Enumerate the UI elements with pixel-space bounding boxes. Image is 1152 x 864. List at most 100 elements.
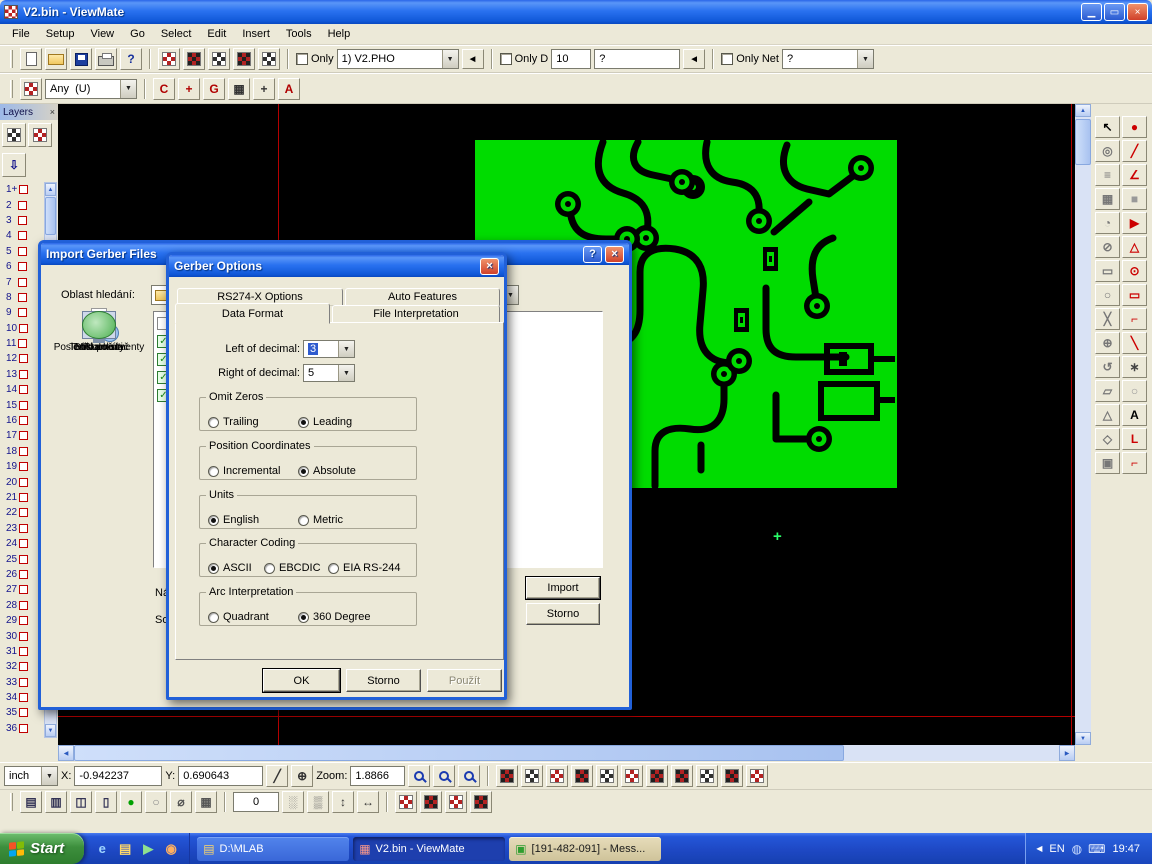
media-player-icon[interactable]: ▶ xyxy=(139,840,157,858)
tool-button[interactable]: ⊕ xyxy=(1095,332,1120,354)
toolbar-button[interactable]: ● xyxy=(120,791,142,813)
radio-ascii[interactable]: ASCII xyxy=(208,562,252,574)
scroll-down-icon[interactable]: ▼ xyxy=(1075,732,1091,745)
toolbar-button[interactable] xyxy=(420,791,442,813)
chevron-down-icon[interactable]: ▼ xyxy=(120,80,136,98)
place-item[interactable]: Místa v síti xyxy=(51,311,147,354)
tool-button[interactable]: ■ xyxy=(1122,188,1147,210)
units-combobox[interactable]: inch ▼ xyxy=(4,766,58,786)
close-button[interactable]: × xyxy=(1127,3,1148,21)
scroll-up-icon[interactable]: ▲ xyxy=(45,183,56,196)
layer-color-swatch[interactable] xyxy=(19,493,28,502)
radio-english[interactable]: English xyxy=(208,514,259,526)
scrollbar-thumb[interactable] xyxy=(1075,119,1091,165)
select-filter-combobox[interactable]: Any (U) ▼ xyxy=(45,79,137,99)
menu-item[interactable]: File xyxy=(4,25,38,43)
chevron-down-icon[interactable]: ▼ xyxy=(338,365,354,381)
display-mode-button[interactable] xyxy=(596,765,618,787)
toolbar-button[interactable] xyxy=(45,48,67,70)
tool-button[interactable]: ⊙ xyxy=(1122,260,1147,282)
layer-color-swatch[interactable] xyxy=(19,508,28,517)
hide-icons-chevron[interactable]: ◀ xyxy=(1036,844,1042,853)
layer-color-swatch[interactable] xyxy=(19,570,28,579)
layer-color-swatch[interactable] xyxy=(18,216,27,225)
toolbar-button[interactable]: ▦ xyxy=(195,791,217,813)
net-combobox[interactable]: ? ▼ xyxy=(782,49,874,69)
layer-color-swatch[interactable] xyxy=(18,339,27,348)
layer-color-swatch[interactable] xyxy=(19,662,28,671)
tool-button[interactable]: ∗ xyxy=(1122,356,1147,378)
tool-button[interactable]: L xyxy=(1122,428,1147,450)
task-button[interactable]: ▤ D:\MLAB xyxy=(197,837,349,861)
toolbar-button[interactable]: ▒ xyxy=(307,791,329,813)
layer-row[interactable]: 36 xyxy=(0,721,44,736)
tab-file-interpretation[interactable]: File Interpretation xyxy=(332,305,500,323)
right-of-decimal-combobox[interactable]: 5 ▼ xyxy=(303,364,355,382)
dcode-filter-input[interactable]: ? xyxy=(594,49,680,69)
tool-button[interactable]: ▦ xyxy=(1095,188,1120,210)
display-mode-button[interactable] xyxy=(646,765,668,787)
layer-color-swatch[interactable] xyxy=(19,385,28,394)
menu-item[interactable]: Help xyxy=(320,25,359,43)
toolbar-button[interactable]: G xyxy=(203,78,225,100)
tool-button[interactable]: ▱ xyxy=(1095,380,1120,402)
zoom-tool-button[interactable] xyxy=(458,765,480,787)
toolbar-button[interactable] xyxy=(158,48,180,70)
toolbar-button[interactable]: C xyxy=(153,78,175,100)
tool-button[interactable]: ◎ xyxy=(1095,140,1120,162)
language-indicator[interactable]: EN xyxy=(1049,843,1064,855)
toolbar-button[interactable]: ░ xyxy=(282,791,304,813)
toolbar-button[interactable]: ▥ xyxy=(45,791,67,813)
left-of-decimal-combobox[interactable]: 3 ▼ xyxy=(303,340,355,358)
radio-360-degree[interactable]: 360 Degree xyxy=(298,611,371,623)
tool-button[interactable]: ● xyxy=(1122,116,1147,138)
tool-button[interactable]: ⌐ xyxy=(1122,452,1147,474)
layer-row[interactable]: 1+ xyxy=(0,182,44,197)
display-mode-button[interactable] xyxy=(746,765,768,787)
tab-data-format[interactable]: Data Format xyxy=(175,303,330,324)
tool-button[interactable]: ∠ xyxy=(1122,164,1147,186)
layer-color-swatch[interactable] xyxy=(19,724,28,733)
toolbar-button[interactable] xyxy=(70,48,92,70)
tool-button[interactable]: ▣ xyxy=(1095,452,1120,474)
toolbar-button[interactable] xyxy=(445,791,467,813)
display-mode-button[interactable] xyxy=(496,765,518,787)
toolbar-button[interactable]: ▤ xyxy=(20,791,42,813)
layer-row[interactable]: 4 xyxy=(0,228,44,243)
scrollbar-thumb[interactable] xyxy=(45,197,56,235)
dcode-input[interactable]: 10 xyxy=(551,49,591,69)
chevron-down-icon[interactable]: ▼ xyxy=(442,50,458,68)
menu-item[interactable]: Tools xyxy=(278,25,320,43)
radio-ebcdic[interactable]: EBCDIC xyxy=(264,562,321,574)
display-mode-button[interactable] xyxy=(521,765,543,787)
layer-color-swatch[interactable] xyxy=(19,447,28,456)
layer-color-swatch[interactable] xyxy=(18,308,27,317)
chevron-down-icon[interactable]: ▼ xyxy=(338,341,354,357)
display-mode-button[interactable] xyxy=(671,765,693,787)
toolbar-button[interactable] xyxy=(233,48,255,70)
layer-color-swatch[interactable] xyxy=(18,231,27,240)
status-tool-button[interactable]: ⊕ xyxy=(291,765,313,787)
layer-color-swatch[interactable] xyxy=(19,708,28,717)
radio-eia-rs244[interactable]: EIA RS-244 xyxy=(328,562,400,574)
tool-button[interactable]: A xyxy=(1122,404,1147,426)
toolbar-button[interactable] xyxy=(395,791,417,813)
y-coordinate-input[interactable]: 0.690643 xyxy=(178,766,263,786)
toolbar-button[interactable] xyxy=(183,48,205,70)
task-button[interactable]: ▦ V2.bin - ViewMate xyxy=(353,837,505,861)
tool-button[interactable]: ╲ xyxy=(1122,332,1147,354)
selection-mode-button[interactable] xyxy=(20,78,42,100)
chevron-down-icon[interactable]: ▼ xyxy=(857,50,873,68)
keyboard-layout-icon[interactable]: ⌨ xyxy=(1088,842,1105,856)
layer-color-swatch[interactable] xyxy=(19,478,28,487)
layer-color-swatch[interactable] xyxy=(19,401,28,410)
display-mode-button[interactable] xyxy=(546,765,568,787)
layer-color-swatch[interactable] xyxy=(19,462,28,471)
browser-icon[interactable]: ◉ xyxy=(162,840,180,858)
tool-button[interactable]: ◇ xyxy=(1095,428,1120,450)
layer-row[interactable]: 2 xyxy=(0,197,44,212)
display-mode-button[interactable] xyxy=(571,765,593,787)
radio-metric[interactable]: Metric xyxy=(298,514,343,526)
folder-shortcut-icon[interactable]: ▤ xyxy=(116,840,134,858)
menu-item[interactable]: Go xyxy=(122,25,153,43)
